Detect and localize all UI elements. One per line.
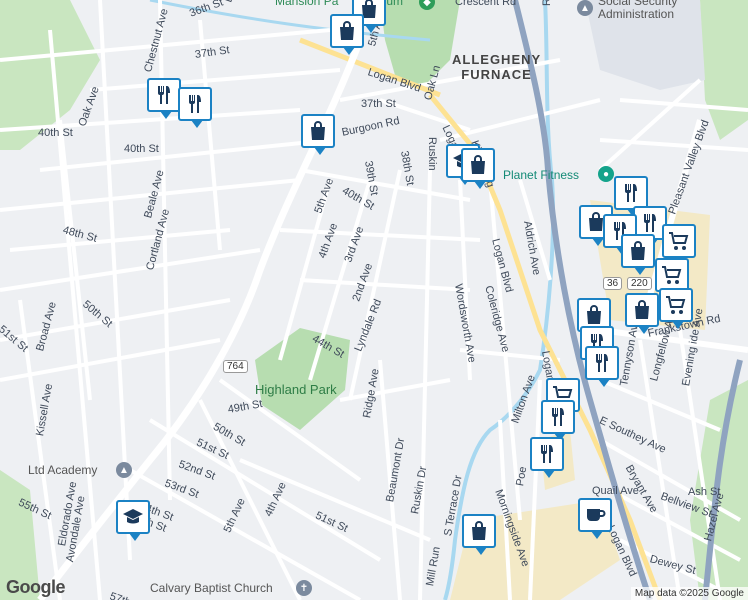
street-label: 40th St bbox=[124, 143, 159, 155]
street-label: Run bbox=[541, 0, 553, 6]
shopping-bag-icon bbox=[630, 298, 654, 322]
social-security-label[interactable]: Social Security Administration bbox=[598, 0, 677, 21]
planet-fitness-label[interactable]: Planet Fitness bbox=[503, 168, 579, 182]
ltd-academy-label[interactable]: Ltd Academy bbox=[28, 463, 97, 477]
shopping-bag-icon bbox=[306, 119, 330, 143]
school-marker[interactable] bbox=[116, 500, 150, 541]
neighborhood-label: ALLEGHENY FURNACE bbox=[452, 52, 542, 82]
shopping-cart-marker[interactable] bbox=[662, 224, 696, 265]
restaurant-icon bbox=[535, 442, 559, 466]
street-label: Crescent Rd bbox=[455, 0, 517, 8]
restaurant-marker[interactable] bbox=[541, 400, 575, 441]
street-label: Quail Ave bbox=[592, 485, 639, 497]
shopping-bag-marker[interactable] bbox=[461, 148, 495, 189]
map-canvas[interactable]: ALLEGHENY FURNACE Mansion Pa um ◆ ▲ Socia… bbox=[0, 0, 748, 600]
shopping-bag-icon bbox=[335, 19, 359, 43]
restaurant-icon bbox=[590, 351, 614, 375]
gym-icon[interactable]: ● bbox=[598, 166, 614, 182]
shopping-cart-icon bbox=[660, 263, 684, 287]
map-attribution[interactable]: Map data ©2025 Google bbox=[630, 587, 748, 600]
route-badge: 764 bbox=[223, 360, 248, 373]
shopping-bag-marker[interactable] bbox=[625, 293, 659, 334]
google-logo: Google bbox=[6, 577, 66, 597]
shopping-bag-icon bbox=[582, 303, 606, 327]
church-icon[interactable]: ✝ bbox=[296, 580, 312, 596]
shopping-bag-marker[interactable] bbox=[301, 114, 335, 155]
coffee-cup-marker[interactable] bbox=[578, 498, 612, 539]
restaurant-icon bbox=[546, 405, 570, 429]
shopping-cart-icon bbox=[664, 293, 688, 317]
school-place-icon[interactable]: ▲ bbox=[116, 462, 132, 478]
route-badge: 36 bbox=[603, 277, 623, 290]
shopping-bag-icon bbox=[466, 153, 490, 177]
shopping-bag-icon bbox=[467, 519, 491, 543]
school-icon bbox=[121, 505, 145, 529]
coffee-cup-icon bbox=[583, 503, 607, 527]
restaurant-marker[interactable] bbox=[147, 78, 181, 119]
highland-park-label[interactable]: Highland Park bbox=[255, 382, 337, 397]
calvary-church-label[interactable]: Calvary Baptist Church bbox=[150, 581, 273, 595]
shopping-bag-icon bbox=[626, 239, 650, 263]
restaurant-marker[interactable] bbox=[178, 87, 212, 128]
shopping-cart-marker[interactable] bbox=[655, 258, 689, 299]
route-badge: 220 bbox=[627, 277, 652, 290]
street-label: Ruskin bbox=[426, 137, 438, 171]
shopping-bag-marker[interactable] bbox=[330, 14, 364, 55]
shopping-bag-marker[interactable] bbox=[621, 234, 655, 275]
restaurant-marker[interactable] bbox=[585, 346, 619, 387]
restaurant-icon bbox=[152, 83, 176, 107]
shopping-cart-icon bbox=[667, 229, 691, 253]
street-label: 37th St bbox=[361, 98, 396, 110]
restaurant-icon bbox=[183, 92, 207, 116]
government-building-icon[interactable]: ▲ bbox=[577, 0, 593, 16]
shopping-bag-marker[interactable] bbox=[462, 514, 496, 555]
street-label: 40th St bbox=[38, 127, 73, 139]
restaurant-marker[interactable] bbox=[530, 437, 564, 478]
restaurant-icon bbox=[638, 211, 662, 235]
shopping-cart-marker[interactable] bbox=[659, 288, 693, 329]
restaurant-icon bbox=[619, 181, 643, 205]
restaurant-marker[interactable] bbox=[614, 176, 648, 217]
